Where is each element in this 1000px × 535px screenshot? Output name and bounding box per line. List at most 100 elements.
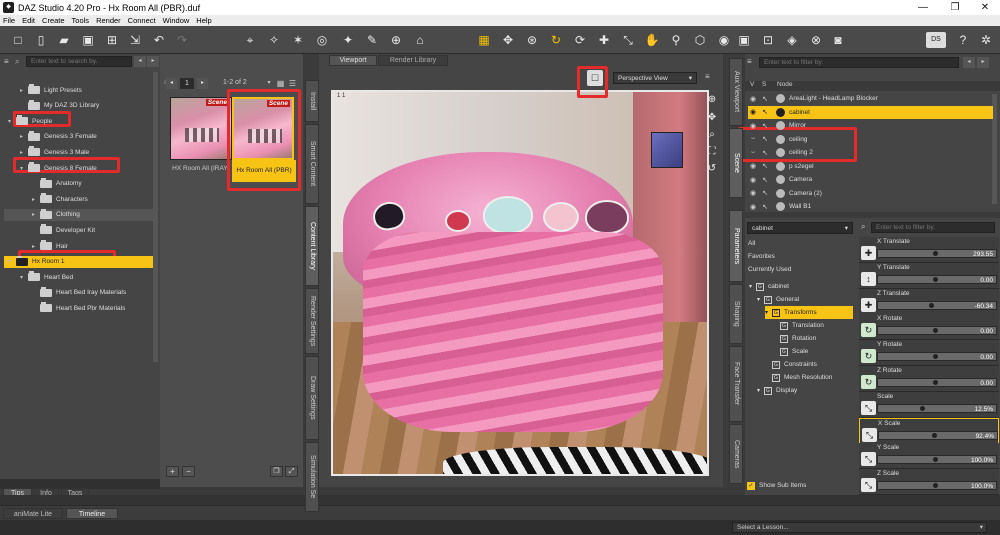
list-view-icon[interactable]: ☰ <box>287 78 298 89</box>
redo-icon[interactable]: ↷ <box>174 32 190 48</box>
content-item-iray[interactable]: Scene <box>170 97 232 160</box>
expand-arrow-icon[interactable]: ▾ <box>8 258 16 265</box>
slider-knob[interactable] <box>929 302 934 308</box>
tree-item[interactable]: ▾ Genesis 8 Female <box>20 162 153 174</box>
library-search-input[interactable] <box>26 56 132 67</box>
tree-item[interactable]: ▾ Heart Bed <box>20 271 153 283</box>
menu-window[interactable]: Window <box>163 16 190 25</box>
parameter-property[interactable]: Z Rotate ↻ 0.00 <box>859 366 999 392</box>
property-value[interactable]: 293.55 <box>973 250 993 259</box>
spin-icon[interactable]: ⟳ <box>572 32 588 48</box>
new-scene-icon[interactable]: □ <box>10 32 26 48</box>
property-value[interactable]: 0.00 <box>980 353 993 362</box>
maximize-button[interactable]: ❐ <box>942 0 968 15</box>
camera-icon[interactable]: ⌂ <box>412 32 428 48</box>
node-select[interactable]: cabinet ▾ <box>747 222 853 234</box>
property-slider[interactable]: 0.00 <box>877 378 997 387</box>
slider-knob[interactable] <box>933 251 938 256</box>
expand-arrow-icon[interactable]: ▾ <box>765 309 772 316</box>
reset-view-icon[interactable]: ↺ <box>705 163 719 177</box>
parameter-property[interactable]: X Scale ⤡ 92.4% <box>859 417 999 444</box>
parameter-group-item[interactable]: G Rotation <box>773 332 853 345</box>
scale-icon[interactable]: ⤡ <box>620 32 636 48</box>
geometry-icon[interactable]: ⬡ <box>692 32 708 48</box>
group-favorites[interactable]: Favorites <box>748 253 775 260</box>
slider-knob[interactable] <box>933 276 938 282</box>
tree-item[interactable]: ▸ Hair <box>32 240 153 252</box>
orbit-icon[interactable]: ⊕ <box>705 94 719 108</box>
tree-item[interactable]: ▸ Light Presets <box>20 84 153 96</box>
grid-icon[interactable]: ▦ <box>476 32 492 48</box>
side-tab[interactable]: Shaping <box>729 284 743 344</box>
scene-node-row[interactable]: ⌣ ↖ ceiling 2 <box>748 146 993 159</box>
zoom-icon[interactable]: ⌕ <box>705 129 719 143</box>
eye-icon[interactable]: ◉ <box>748 189 758 197</box>
grid-view-icon[interactable]: ▦ <box>275 78 286 89</box>
select-arrow-icon[interactable]: ↖ <box>758 95 772 103</box>
slider-knob[interactable] <box>933 483 938 489</box>
select-arrow-icon[interactable]: ↖ <box>758 189 772 197</box>
tree-item[interactable]: ▾ People <box>8 115 153 127</box>
side-tab[interactable]: Aux Viewport <box>729 58 743 126</box>
side-tab[interactable]: Cameras <box>729 424 743 484</box>
slider-knob[interactable] <box>920 405 925 411</box>
surface-select-icon[interactable]: ✎ <box>364 32 380 48</box>
merge-icon[interactable]: ⊞ <box>104 32 120 48</box>
select-arrow-icon[interactable]: ↖ <box>758 162 772 170</box>
tree-item[interactable]: ▸ Clothing <box>4 208 153 221</box>
group-currently-used[interactable]: Currently Used <box>748 266 791 273</box>
property-value[interactable]: 0.00 <box>980 327 993 336</box>
scene-node-row[interactable]: ◉ ↖ cabinet <box>748 105 993 119</box>
eye-icon[interactable]: ◉ <box>748 162 758 170</box>
new-file-icon[interactable]: ▯ <box>33 32 49 48</box>
property-slider[interactable]: 92.4% <box>878 430 998 441</box>
eye-icon[interactable]: ◉ <box>748 95 758 103</box>
tree-item[interactable]: ▸ Characters <box>32 193 153 205</box>
col-visible[interactable]: V <box>750 81 754 88</box>
next-page-button[interactable]: ▸ <box>197 78 208 89</box>
property-slider[interactable]: 293.55 <box>877 249 997 258</box>
expand-arrow-icon[interactable]: ▾ <box>20 274 28 281</box>
menu-create[interactable]: Create <box>42 16 65 25</box>
scene-node-row[interactable]: ◉ ↖ Camera (2) <box>748 187 993 200</box>
search-back-button[interactable]: ◂ <box>134 56 146 67</box>
group-all[interactable]: All <box>748 240 755 247</box>
scene-node-row[interactable]: ◉ ↖ Mirror <box>748 119 993 132</box>
property-slider[interactable]: 12.5% <box>877 403 997 413</box>
expand-arrow-icon[interactable]: ▾ <box>757 296 764 303</box>
parameter-group-item[interactable]: ▾ G Transforms <box>765 306 853 319</box>
property-slider[interactable]: 100.0% <box>877 481 997 491</box>
parameter-property[interactable]: Y Scale ⤡ 100.0% <box>859 443 999 470</box>
prev-page-button[interactable]: ◂ <box>166 78 177 89</box>
select-arrow-icon[interactable]: ↖ <box>758 122 772 130</box>
expand-arrow-icon[interactable]: ▸ <box>20 133 28 140</box>
property-value[interactable]: 92.4% <box>976 432 994 441</box>
property-slider[interactable]: 0.00 <box>877 274 997 284</box>
close-button[interactable]: ✕ <box>972 0 998 15</box>
filter-back-button[interactable]: ◂ <box>963 57 975 68</box>
show-sub-items-checkbox[interactable]: ✓ <box>747 482 755 490</box>
expand-arrow-icon[interactable]: ▸ <box>20 87 28 94</box>
lock-icon[interactable]: ⊡ <box>760 32 776 48</box>
menu-edit[interactable]: Edit <box>22 16 35 25</box>
side-tab[interactable]: Face Transfer <box>729 346 743 422</box>
parameter-group-item[interactable]: G Mesh Resolution <box>765 371 853 384</box>
eye-icon[interactable]: ◉ <box>748 108 758 116</box>
tweak-icon[interactable]: ⊛ <box>524 32 540 48</box>
save-icon[interactable]: ▣ <box>80 32 96 48</box>
parameter-property[interactable]: Z Translate ✚ -60.34 <box>859 288 999 315</box>
parameter-group-item[interactable]: G Constraints <box>765 358 853 371</box>
viewport-menu-icon[interactable]: ≡ <box>705 72 710 81</box>
perspective-view-select[interactable]: Perspective View ▾ <box>613 72 697 84</box>
region-icon[interactable]: ⊕ <box>388 32 404 48</box>
scene-node-row[interactable]: ◉ ↖ p s2egel <box>748 160 993 173</box>
slider-knob[interactable] <box>933 380 938 385</box>
expand-arrow-icon[interactable]: ▾ <box>757 387 764 394</box>
parameter-group-item[interactable]: ▾ Gcabinet <box>749 280 853 293</box>
tree-item[interactable]: Heart Bed Pbr Materials <box>32 302 153 314</box>
scene-render[interactable]: 1 1 <box>331 90 709 476</box>
pan-icon[interactable]: ✥ <box>705 112 719 126</box>
move-icon[interactable]: ✥ <box>500 32 516 48</box>
render-settings-icon[interactable]: ▣ <box>736 32 752 48</box>
sort-button[interactable]: ▾ <box>264 78 274 89</box>
